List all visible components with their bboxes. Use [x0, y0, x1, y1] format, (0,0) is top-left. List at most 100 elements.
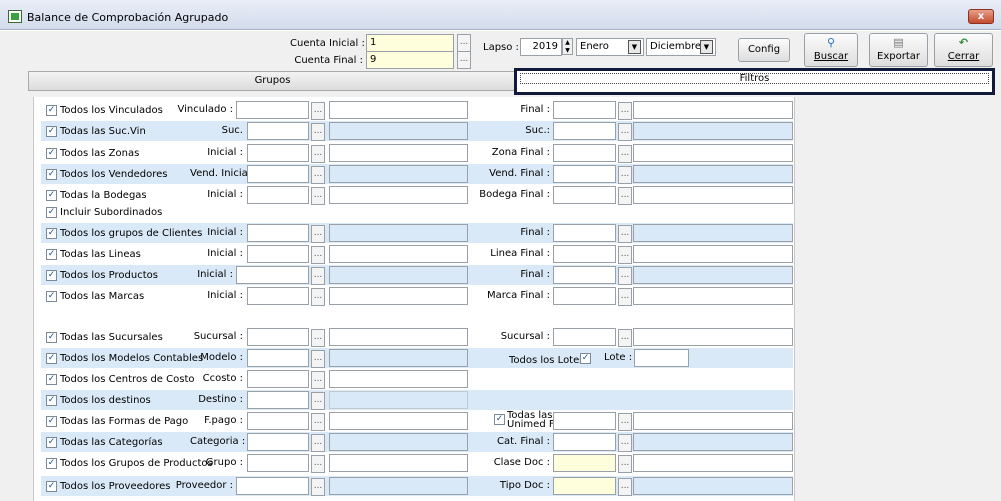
right-field-input[interactable]	[553, 328, 616, 346]
right-field-lookup-button[interactable]: ...	[618, 102, 632, 120]
checkbox-5[interactable]: ✓	[46, 228, 57, 239]
cuenta-inicial-input[interactable]: 1	[366, 34, 454, 52]
todas-unimed-checkbox[interactable]: ✓	[494, 414, 505, 425]
left-field-lookup-button[interactable]: ...	[311, 166, 325, 184]
tab-filtros[interactable]: Filtros	[514, 68, 995, 95]
right-field-input[interactable]	[553, 186, 616, 204]
right-field-input[interactable]	[553, 287, 616, 305]
lote-input[interactable]	[634, 349, 689, 367]
check-label: Todos los Productos	[60, 270, 158, 281]
left-field-input[interactable]	[247, 245, 309, 263]
left-field-input[interactable]	[247, 165, 309, 183]
checkbox-2[interactable]: ✓	[46, 148, 57, 159]
left-field-lookup-button[interactable]: ...	[311, 145, 325, 163]
checkbox-8[interactable]: ✓	[46, 291, 57, 302]
left-field-lookup-button[interactable]: ...	[311, 434, 325, 452]
right-field-lookup-button[interactable]: ...	[618, 267, 632, 285]
checkbox-9[interactable]: ✓	[46, 332, 57, 343]
left-field-lookup-button[interactable]: ...	[311, 267, 325, 285]
left-field-input[interactable]	[236, 477, 309, 495]
checkbox-3[interactable]: ✓	[46, 169, 57, 180]
right-field-lookup-button[interactable]: ...	[618, 187, 632, 205]
right-field-lookup-button[interactable]: ...	[618, 478, 632, 496]
left-field-lookup-button[interactable]: ...	[311, 413, 325, 431]
checkbox-14[interactable]: ✓	[46, 437, 57, 448]
right-field-input[interactable]	[553, 454, 616, 472]
checkbox-16[interactable]: ✓	[46, 481, 57, 492]
left-field-input[interactable]	[247, 224, 309, 242]
left-field-lookup-button[interactable]: ...	[311, 392, 325, 410]
checkbox-13[interactable]: ✓	[46, 416, 57, 427]
left-field-lookup-button[interactable]: ...	[311, 478, 325, 496]
left-field-input[interactable]	[247, 122, 309, 140]
cerrar-button[interactable]: ↶ Cerrar	[934, 33, 993, 67]
close-button[interactable]: x	[968, 9, 994, 24]
checkbox-7[interactable]: ✓	[46, 270, 57, 281]
left-field-lookup-button[interactable]: ...	[311, 123, 325, 141]
config-button[interactable]: Config	[738, 38, 790, 62]
left-field-lookup-button[interactable]: ...	[311, 102, 325, 120]
checkbox-11[interactable]: ✓	[46, 374, 57, 385]
right-field-lookup-button[interactable]: ...	[618, 225, 632, 243]
checkbox-15[interactable]: ✓	[46, 458, 57, 469]
left-field-input[interactable]	[247, 349, 309, 367]
cuenta-final-input[interactable]: 9	[366, 51, 454, 69]
checkbox-0[interactable]: ✓	[46, 105, 57, 116]
checkbox-6[interactable]: ✓	[46, 249, 57, 260]
right-field-input[interactable]	[553, 266, 616, 284]
left-field-lookup-button[interactable]: ...	[311, 350, 325, 368]
left-field-input[interactable]	[247, 328, 309, 346]
left-field-lookup-button[interactable]: ...	[311, 288, 325, 306]
right-field-input[interactable]	[553, 165, 616, 183]
right-field-lookup-button[interactable]: ...	[618, 288, 632, 306]
left-field-lookup-button[interactable]: ...	[311, 329, 325, 347]
right-field-input[interactable]	[553, 477, 616, 495]
right-field-lookup-button[interactable]: ...	[618, 413, 632, 431]
checkbox-10[interactable]: ✓	[46, 353, 57, 364]
checkbox-4[interactable]: ✓	[46, 190, 57, 201]
left-field-input[interactable]	[236, 101, 309, 119]
year-spinner[interactable]: ▲ ▼	[562, 38, 573, 55]
right-field-input[interactable]	[553, 412, 616, 430]
right-field-lookup-button[interactable]: ...	[618, 145, 632, 163]
left-field-input[interactable]	[247, 186, 309, 204]
right-field-input[interactable]	[553, 433, 616, 451]
right-field-lookup-button[interactable]: ...	[618, 434, 632, 452]
left-field-input[interactable]	[247, 144, 309, 162]
right-field-input[interactable]	[553, 122, 616, 140]
left-field-input[interactable]	[247, 370, 309, 388]
checkbox-1[interactable]: ✓	[46, 126, 57, 137]
left-field-input[interactable]	[247, 433, 309, 451]
buscar-button[interactable]: ⚲ Buscar	[804, 33, 858, 67]
right-field-lookup-button[interactable]: ...	[618, 329, 632, 347]
left-field-lookup-button[interactable]: ...	[311, 455, 325, 473]
right-field-input[interactable]	[553, 224, 616, 242]
left-field-lookup-button[interactable]: ...	[311, 371, 325, 389]
left-field-input[interactable]	[236, 266, 309, 284]
right-field-input[interactable]	[553, 101, 616, 119]
tab-grupos[interactable]: Grupos	[28, 71, 517, 91]
left-field-input[interactable]	[247, 454, 309, 472]
right-field-lookup-button[interactable]: ...	[618, 455, 632, 473]
left-field-label: Modelo :	[200, 352, 243, 363]
cuenta-inicial-lookup-button[interactable]: ...	[457, 34, 471, 52]
left-field-lookup-button[interactable]: ...	[311, 187, 325, 205]
chevron-down-icon[interactable]: ▼	[628, 40, 641, 54]
left-field-input[interactable]	[247, 412, 309, 430]
right-field-input[interactable]	[553, 245, 616, 263]
right-field-lookup-button[interactable]: ...	[618, 123, 632, 141]
incluir-subordinados-checkbox[interactable]: ✓	[46, 207, 57, 218]
right-field-lookup-button[interactable]: ...	[618, 246, 632, 264]
exportar-button[interactable]: ▤ Exportar	[869, 33, 928, 67]
right-field-input[interactable]	[553, 144, 616, 162]
left-field-input[interactable]	[247, 287, 309, 305]
todos-lotes-checkbox[interactable]: ✓	[580, 353, 591, 364]
chevron-down-icon[interactable]: ▼	[700, 40, 713, 54]
cuenta-final-lookup-button[interactable]: ...	[457, 51, 471, 69]
left-field-lookup-button[interactable]: ...	[311, 225, 325, 243]
right-field-lookup-button[interactable]: ...	[618, 166, 632, 184]
year-input[interactable]: 2019	[520, 38, 562, 56]
checkbox-12[interactable]: ✓	[46, 395, 57, 406]
left-field-lookup-button[interactable]: ...	[311, 246, 325, 264]
left-field-input[interactable]	[247, 391, 309, 409]
